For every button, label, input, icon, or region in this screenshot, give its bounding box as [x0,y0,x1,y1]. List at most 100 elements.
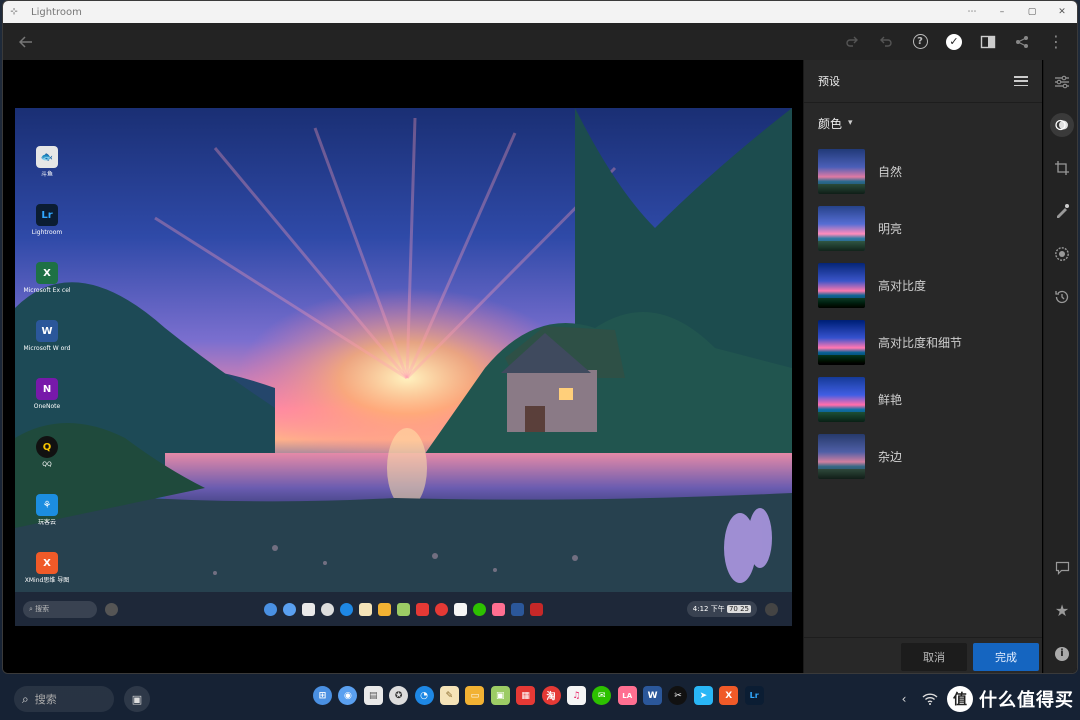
close-button[interactable]: ✕ [1047,7,1077,17]
inner-dock-icon[interactable] [416,602,430,616]
desk-icon-lightroom[interactable]: Lr Lightroom [23,204,71,262]
comment-icon[interactable] [1044,546,1077,589]
taskbar-search-box[interactable]: ⌕ 搜索 [14,686,114,712]
chrome-icon[interactable]: ✪ [389,686,409,705]
preset-label: 明亮 [878,222,903,236]
tool-rail: ★ i [1043,60,1077,673]
inner-dock-icon[interactable] [511,602,525,616]
inner-dock-icon[interactable] [359,602,373,616]
assistant-icon[interactable]: ◉ [338,686,358,705]
wifi-icon[interactable] [917,686,943,712]
music-icon[interactable]: ♫ [566,686,586,705]
crop-icon[interactable] [1044,146,1077,189]
notes-icon[interactable]: ✎ [439,686,459,705]
inner-dock-icon[interactable] [530,602,544,616]
preset-item[interactable]: 自然 [804,143,1042,200]
chevron-left-icon[interactable]: ‹ [891,686,917,712]
launcher-icon[interactable]: ⊞ [313,686,332,705]
inner-dock-icon[interactable] [492,602,506,616]
photo-preview[interactable]: 🐟 斗鱼 Lr Lightroom X Microsoft Ex cel W M… [15,108,792,626]
menu-icon[interactable] [1014,76,1028,86]
back-arrow-icon[interactable] [9,25,43,59]
inner-search-box[interactable]: ⌕ 搜索 [23,600,97,618]
history-icon[interactable] [1044,275,1077,318]
inner-task-view-icon[interactable] [105,602,118,616]
desk-icon-excel[interactable]: X Microsoft Ex cel [23,262,71,320]
browser-icon[interactable]: ◔ [414,686,434,705]
maximize-button[interactable]: ▢ [1017,7,1047,17]
inner-dock-icon[interactable] [473,602,487,616]
redo-icon[interactable] [835,25,869,59]
gallery-icon[interactable]: ▭ [465,686,485,705]
onenote-icon: N [36,378,58,400]
inner-dock-icon[interactable] [435,602,449,616]
inner-dock-icon[interactable] [264,602,278,616]
monitor-icon[interactable]: ▣ [490,686,510,705]
preset-label: 高对比度 [878,279,927,293]
watermark-logo: 值 [947,686,973,712]
lightroom-icon[interactable]: Lr [744,686,764,705]
preset-item[interactable]: 杂边 [804,428,1042,485]
preset-item[interactable]: 鲜艳 [804,371,1042,428]
files-icon[interactable]: ▤ [363,686,383,705]
calendar-icon[interactable]: ▦ [516,686,536,705]
task-view-icon[interactable]: ▣ [124,686,150,712]
lala-icon[interactable]: LA [617,686,637,705]
inner-dock-icon[interactable] [302,602,316,616]
preset-thumbnail [818,263,865,308]
system-taskbar: ⌕ 搜索 ▣ ⊞ ◉ ▤ ✪ ◔ ✎ ▭ ▣ ▦ 淘 ♫ ✉ LA W ✂ ➤ … [0,678,1080,720]
desk-icon-onenote[interactable]: N OneNote [23,378,71,436]
wechat-icon[interactable]: ✉ [592,686,612,705]
sliders-icon[interactable] [1044,60,1077,103]
qq-icon: Q [36,436,58,458]
watermark: 值 什么值得买 [947,686,1074,712]
inner-dock-icon[interactable] [321,602,335,616]
minimize-button[interactable]: – [987,7,1017,17]
inner-taskbar: ⌕ 搜索 4:12 下午 70 25 [15,592,792,626]
inner-dock-icon[interactable] [454,602,468,616]
preset-label: 杂边 [878,450,903,464]
inner-dock-icon[interactable] [340,602,354,616]
landscape-image [15,108,792,626]
desk-icon-qq[interactable]: Q QQ [23,436,71,494]
word-icon[interactable]: W [643,686,663,705]
panel-title: 预设 [818,75,840,88]
done-button[interactable]: 完成 [973,642,1039,671]
desk-icon-word[interactable]: W Microsoft W ord [23,320,71,378]
info-icon[interactable]: i [1044,632,1077,673]
heal-icon[interactable] [1044,189,1077,232]
inner-dock-icon[interactable] [397,602,411,616]
help-icon[interactable]: ? [903,25,937,59]
masking-icon[interactable] [1044,232,1077,275]
preset-item[interactable]: 明亮 [804,200,1042,257]
app-icon: ⊹ [10,7,18,17]
inner-clock[interactable]: 4:12 下午 70 25 [686,601,758,617]
cancel-button[interactable]: 取消 [901,642,967,671]
taobao-icon[interactable]: 淘 [541,686,561,705]
more-icon[interactable]: ⋮ [1039,25,1073,59]
capcut-icon[interactable]: ✂ [668,686,688,705]
star-icon[interactable]: ★ [1044,589,1077,632]
preset-thumbnail [818,320,865,365]
desk-icon-douyu[interactable]: 🐟 斗鱼 [23,146,71,204]
check-icon[interactable]: ✓ [937,25,971,59]
chevron-down-icon: ▾ [848,118,853,128]
desk-icon-wankeyun[interactable]: ⚘ 玩客云 [23,494,71,552]
search-icon: ⌕ [22,691,29,706]
xmind-icon[interactable]: X [719,686,739,705]
preset-item[interactable]: 高对比度 [804,257,1042,314]
inner-dock-icon[interactable] [283,602,297,616]
panel-footer: 取消 完成 [804,637,1042,673]
inner-notification-icon[interactable] [765,602,779,616]
window-menu-button[interactable]: ⋯ [957,7,987,17]
send-icon[interactable]: ➤ [693,686,713,705]
inner-dock-icon[interactable] [378,602,392,616]
compare-icon[interactable] [971,25,1005,59]
undo-icon[interactable] [869,25,903,59]
share-icon[interactable] [1005,25,1039,59]
presets-icon[interactable] [1044,103,1077,146]
preset-item[interactable]: 高对比度和细节 [804,314,1042,371]
preset-category-dropdown[interactable]: 颜色 ▾ [804,103,1042,143]
xmind-icon: X [36,552,58,574]
lightroom-window: ⊹ Lightroom ⋯ – ▢ ✕ ? ✓ ⋮ 🐟 斗鱼 Lr Lightr… [2,0,1078,674]
